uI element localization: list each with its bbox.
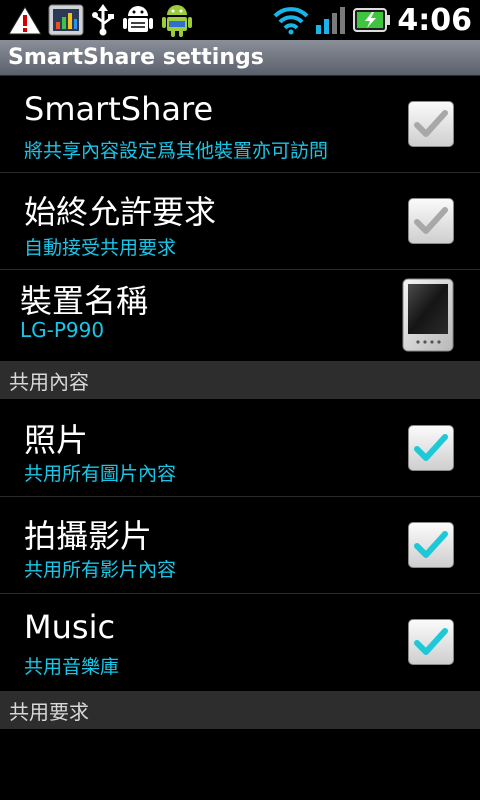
setting-title: 照片 — [24, 421, 89, 459]
checkmark-icon — [414, 434, 448, 461]
setting-title: 拍攝影片 — [24, 517, 153, 555]
checkmark-icon — [414, 110, 448, 137]
title-bar: SmartShare settings — [0, 40, 480, 76]
setting-title: 裝置名稱 — [20, 282, 149, 320]
battery-charging-icon — [353, 8, 391, 32]
setting-subtitle: 共用所有圖片內容 — [24, 463, 177, 485]
setting-subtitle: 自動接受共用要求 — [24, 237, 177, 259]
section-header-label: 共用內容 — [9, 369, 89, 394]
wifi-icon — [273, 7, 309, 35]
videos-checkbox[interactable] — [408, 522, 454, 568]
setting-row-music[interactable]: Music 共用音樂庫 — [0, 594, 480, 691]
setting-row-smartshare[interactable]: SmartShare 將共享內容設定爲其他裝置亦可訪問 — [0, 76, 480, 173]
android-icon — [162, 5, 192, 37]
setting-subtitle: LG-P990 — [20, 318, 105, 342]
setting-row-photos[interactable]: 照片 共用所有圖片內容 — [0, 399, 480, 497]
section-header-shared-requests: 共用要求 — [0, 691, 480, 729]
warning-icon — [8, 6, 42, 35]
section-header-shared-content: 共用內容 — [0, 361, 480, 399]
section-header-label: 共用要求 — [9, 699, 89, 724]
device-icon — [402, 278, 454, 352]
setting-title: 始終允許要求 — [24, 193, 217, 231]
status-bar: 4:06 — [0, 0, 480, 40]
setting-row-always-allow[interactable]: 始終允許要求 自動接受共用要求 — [0, 173, 480, 270]
setting-title: SmartShare — [24, 90, 214, 128]
photos-checkbox[interactable] — [408, 425, 454, 471]
checkmark-icon — [414, 207, 448, 234]
signal-icon — [316, 7, 346, 34]
setting-subtitle: 共用音樂庫 — [24, 656, 120, 678]
android-debug-icon — [123, 6, 153, 32]
status-time: 4:06 — [397, 2, 472, 38]
setting-row-videos[interactable]: 拍攝影片 共用所有影片內容 — [0, 497, 480, 594]
smartshare-checkbox[interactable] — [408, 101, 454, 147]
setting-subtitle: 將共享內容設定爲其他裝置亦可訪問 — [24, 140, 329, 162]
always-allow-checkbox[interactable] — [408, 198, 454, 244]
chart-app-icon — [48, 4, 84, 36]
music-checkbox[interactable] — [408, 619, 454, 665]
setting-row-device-name[interactable]: 裝置名稱 LG-P990 — [0, 270, 480, 361]
usb-icon — [92, 4, 114, 36]
page-title: SmartShare settings — [8, 45, 264, 70]
checkmark-icon — [414, 531, 448, 558]
checkmark-icon — [414, 628, 448, 655]
setting-subtitle: 共用所有影片內容 — [24, 559, 177, 581]
setting-title: Music — [24, 608, 116, 646]
